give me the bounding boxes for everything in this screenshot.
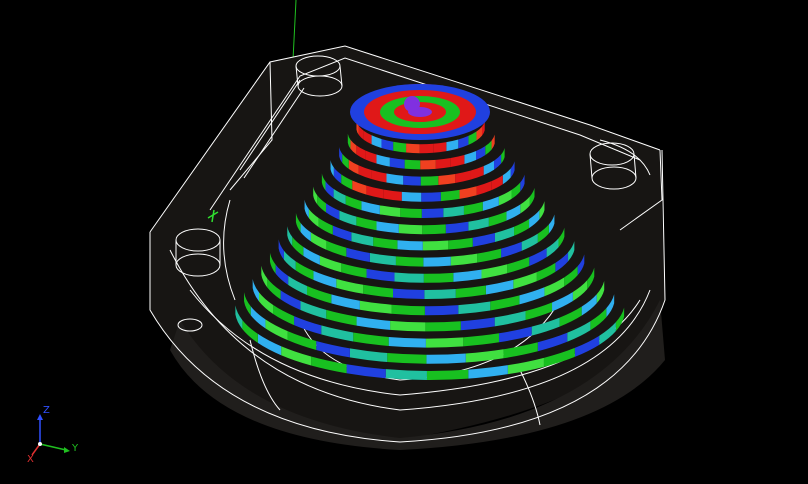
toolpath-segment [390, 320, 426, 332]
toolpath-segment [422, 240, 449, 251]
toolpath-segment [391, 304, 425, 316]
axis-label-x: X [27, 454, 34, 465]
toolpath-segment [394, 272, 424, 283]
toolpath-segment [419, 143, 434, 154]
toolpath-segment [406, 143, 420, 154]
toolpath-segment [420, 175, 439, 186]
toolpath-segment [423, 272, 454, 283]
toolpath-segment [404, 159, 421, 170]
toolpath-segment [400, 208, 422, 218]
toolpath-segment [426, 353, 466, 364]
toolpath-segment [401, 191, 422, 202]
axis-triad [31, 414, 70, 456]
toolpath-segment [424, 305, 459, 316]
z-axis-guide-line [292, 0, 297, 61]
3d-viewport[interactable]: Z Y X [0, 0, 808, 484]
axis-label-y: Y [72, 443, 79, 454]
toolpath-segment [426, 369, 469, 380]
toolpath-segment [420, 159, 436, 170]
toolpath-segment [393, 141, 407, 153]
toolpath-segment [393, 288, 425, 299]
toolpath-segment [397, 240, 423, 251]
toolpath-segment [398, 224, 423, 235]
toolpath-segment [425, 337, 464, 348]
toolpath-segment [403, 175, 421, 186]
toolpath-segment [422, 224, 446, 235]
toolpath-segment [433, 142, 447, 153]
toolpath-segment [425, 321, 461, 332]
model-scene[interactable] [0, 0, 808, 484]
toolpath-segment [395, 256, 424, 267]
center-pin [404, 96, 420, 112]
toolpath-segment [423, 256, 451, 267]
triad-y-axis [39, 443, 67, 451]
toolpath-segment [424, 288, 456, 299]
toolpath-segment [421, 208, 444, 218]
toolpath-segment [421, 192, 441, 202]
axis-label-z: Z [43, 405, 50, 416]
toolpath-segment [388, 336, 426, 348]
